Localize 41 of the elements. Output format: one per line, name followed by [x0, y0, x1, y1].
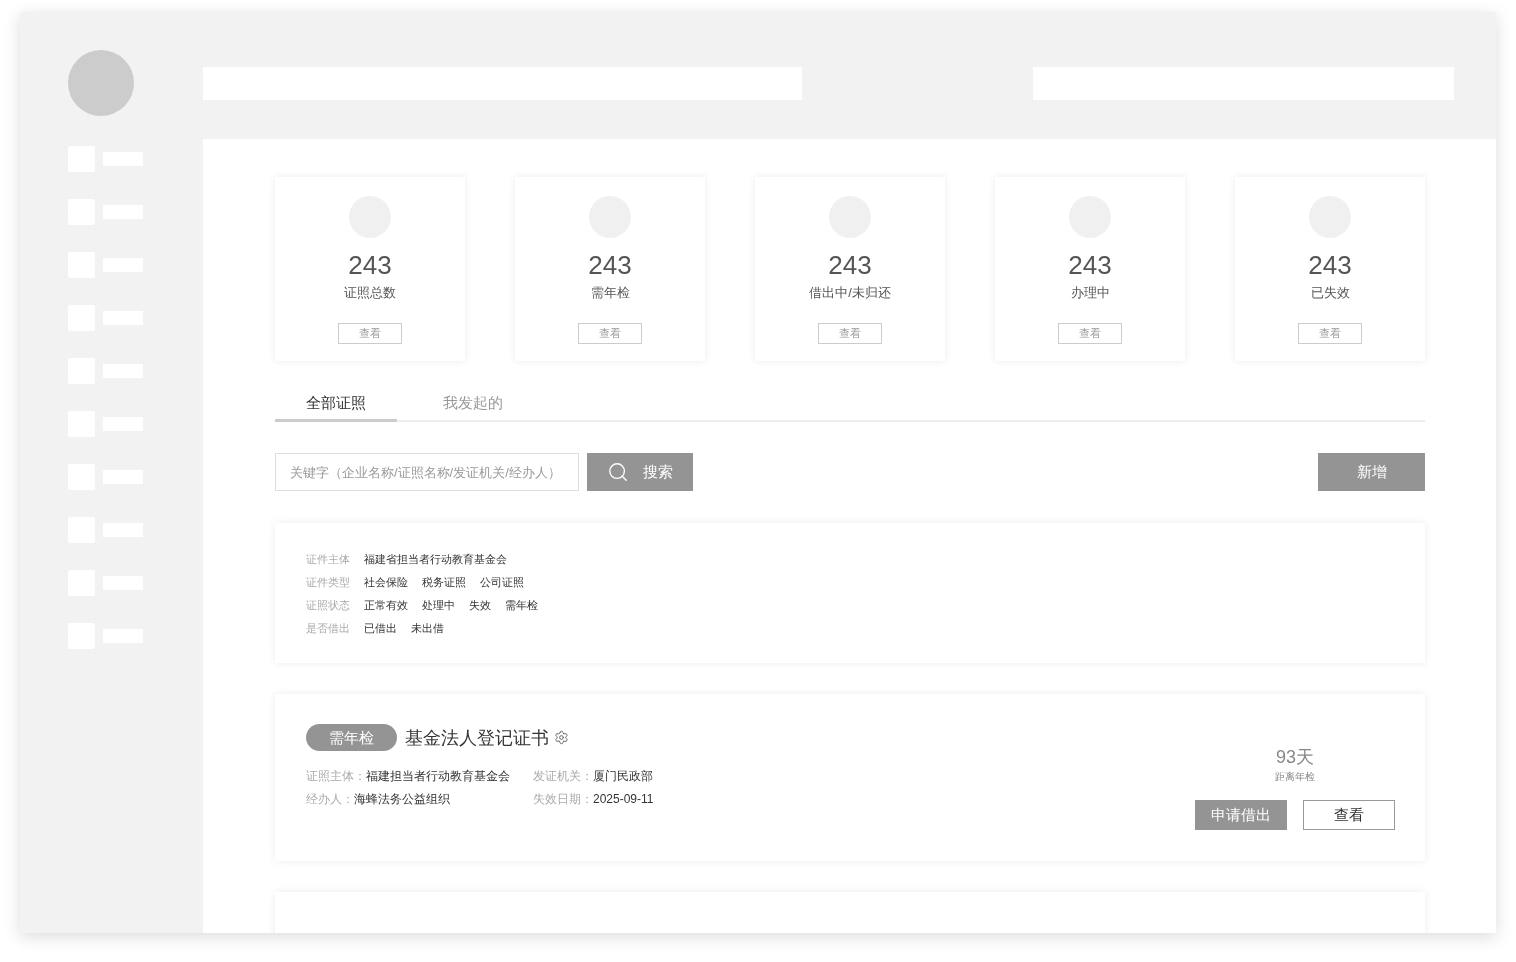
- field-label: 失效日期：: [533, 791, 593, 808]
- certificate-title: 基金法人登记证书: [405, 726, 549, 750]
- stat-label: 借出中/未归还: [809, 284, 891, 302]
- stat-label: 已失效: [1310, 284, 1350, 302]
- action-button[interactable]: 查看: [1303, 800, 1395, 830]
- field-label: 证照主体：: [306, 768, 366, 785]
- gear-icon[interactable]: [554, 730, 569, 745]
- filter-option[interactable]: 税务证照: [422, 574, 466, 591]
- filter-label: 证件主体: [306, 552, 351, 568]
- status-badge: 需年检: [306, 724, 397, 751]
- field-value: 2025-09-11: [593, 791, 654, 808]
- stat-value: 243: [1068, 249, 1112, 281]
- stat-label: 办理中: [1070, 284, 1110, 302]
- search-icon: [607, 461, 629, 483]
- field-value: 海蜂法务公益组织: [354, 791, 450, 808]
- stat-value: 243: [828, 249, 872, 281]
- filter-option[interactable]: 福建省担当者行动教育基金会: [364, 551, 507, 568]
- filter-option[interactable]: 正常有效: [364, 597, 408, 614]
- tab[interactable]: 全部证照: [275, 390, 397, 422]
- filter-label: 证照状态: [306, 598, 351, 614]
- filter-label: 证件类型: [306, 575, 351, 591]
- filter-option[interactable]: 需年检: [505, 597, 538, 614]
- filter-option[interactable]: 未出借: [411, 620, 444, 637]
- filter-option[interactable]: 失效: [469, 597, 491, 614]
- filter-option[interactable]: 处理中: [422, 597, 455, 614]
- stat-value: 243: [588, 249, 632, 281]
- stat-label: 证照总数: [344, 284, 396, 302]
- field-label: 发证机关：: [533, 768, 593, 785]
- filter-option[interactable]: 社会保险: [364, 574, 408, 591]
- countdown-label: 距离年检: [1275, 770, 1315, 784]
- filter-label: 是否借出: [306, 621, 351, 637]
- filter-option[interactable]: 已借出: [364, 620, 397, 637]
- countdown-value: 93天: [1276, 746, 1314, 769]
- field-value: 厦门民政部: [593, 768, 653, 785]
- field-label: 经办人：: [306, 791, 354, 808]
- search-field[interactable]: 关键字（企业名称/证照名称/发证机关/经办人）: [275, 453, 579, 491]
- field-value: 福建担当者行动教育基金会: [366, 768, 510, 785]
- stat-value: 243: [1308, 249, 1352, 281]
- stat-label: 需年检: [590, 284, 630, 302]
- stat-value: 243: [348, 249, 392, 281]
- filter-option[interactable]: 公司证照: [480, 574, 524, 591]
